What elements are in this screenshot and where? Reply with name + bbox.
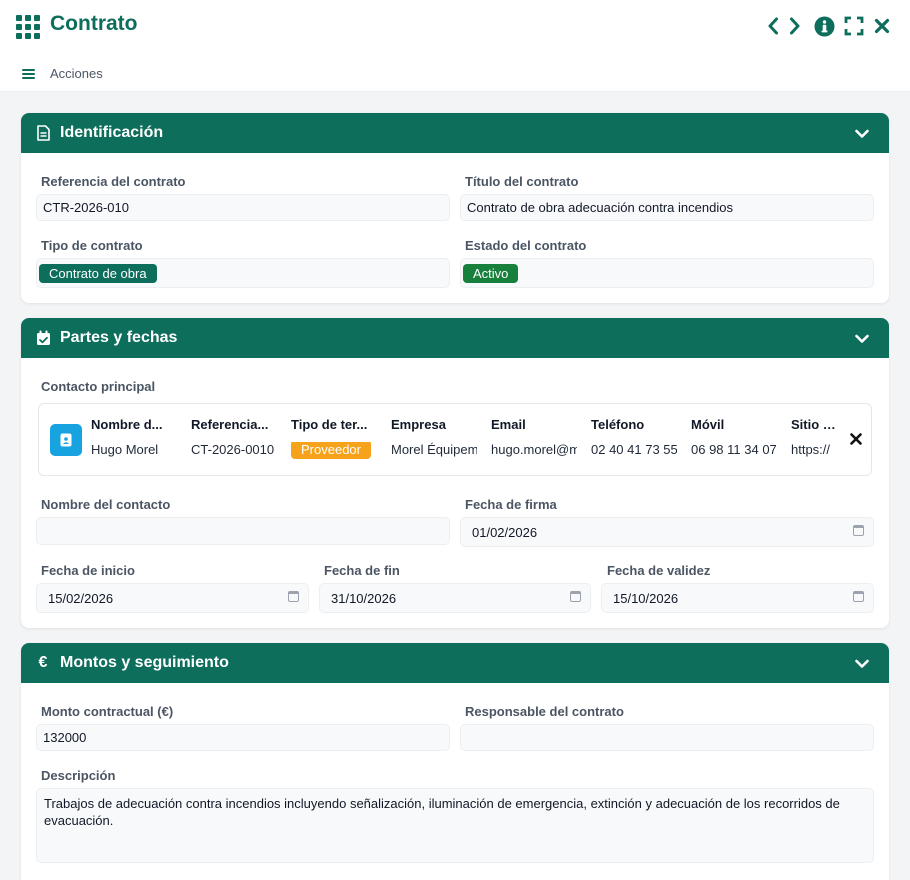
identificacion-section: Identificación Referencia del contrato C… bbox=[21, 113, 889, 303]
calendar-icon bbox=[853, 525, 864, 536]
calendar-check-icon bbox=[35, 330, 51, 346]
contact-card[interactable]: Nombre d... Hugo Morel Referencia... CT-… bbox=[38, 403, 872, 476]
fecha-firma-field[interactable]: 01/02/2026 bbox=[460, 517, 874, 547]
fecha-fin-label: Fecha de fin bbox=[324, 563, 400, 578]
descripcion-label: Descripción bbox=[41, 768, 116, 783]
fecha-inicio-value: 15/02/2026 bbox=[48, 590, 114, 606]
info-icon[interactable] bbox=[812, 13, 836, 39]
chevron-down-icon[interactable] bbox=[855, 656, 869, 674]
status-badge: Activo bbox=[463, 263, 519, 283]
tipo-label: Tipo de contrato bbox=[41, 238, 143, 253]
descripcion-field[interactable]: Trabajos de adecuación contra incendios … bbox=[36, 788, 874, 863]
titulo-field[interactable]: Contrato de obra adecuación contra incen… bbox=[460, 194, 874, 221]
montos-section: € Montos y seguimiento Monto contractual… bbox=[21, 643, 889, 880]
contact-avatar-icon bbox=[50, 424, 82, 456]
nombre-contacto-field[interactable] bbox=[36, 517, 450, 545]
supplier-badge: Proveedor bbox=[291, 442, 371, 459]
contacto-label: Contacto principal bbox=[41, 379, 156, 394]
contact-col-tipo: Tipo de ter... Proveedor bbox=[291, 417, 377, 459]
partes-section: Partes y fechas Contacto principal Nombr… bbox=[21, 318, 889, 628]
fecha-inicio-field[interactable]: 15/02/2026 bbox=[36, 583, 309, 613]
contact-col-value: Morel Équipements bbox=[391, 442, 477, 457]
fecha-fin-field[interactable]: 31/10/2026 bbox=[319, 583, 591, 613]
nombre-contacto-label: Nombre del contacto bbox=[41, 497, 171, 512]
fecha-fin-value: 31/10/2026 bbox=[331, 590, 397, 606]
tipo-field[interactable]: Contrato de obra bbox=[36, 258, 450, 288]
actions-menu[interactable]: Acciones bbox=[22, 66, 103, 81]
tipo-tag: Contrato de obra bbox=[39, 263, 157, 283]
document-icon bbox=[35, 125, 51, 141]
actions-menu-label: Acciones bbox=[50, 66, 103, 81]
contact-col-header: Teléfono bbox=[591, 417, 645, 432]
top-bar: Contrato Acciones bbox=[0, 0, 910, 92]
identificacion-header[interactable]: Identificación bbox=[21, 113, 889, 153]
contact-col-empresa: Empresa Morel Équipements bbox=[391, 417, 477, 457]
contact-col-value: 06 98 11 34 07 bbox=[691, 442, 777, 457]
euro-icon: € bbox=[38, 654, 48, 671]
page-title: Contrato bbox=[50, 12, 138, 35]
montos-header[interactable]: € Montos y seguimiento bbox=[21, 643, 889, 683]
partes-title: Partes y fechas bbox=[60, 329, 178, 346]
contact-col-email: Email hugo.morel@morel-equipements.fr bbox=[491, 417, 577, 457]
contact-col-sitio: Sitio we https:// bbox=[791, 417, 837, 457]
fecha-validez-value: 15/10/2026 bbox=[613, 590, 679, 606]
identificacion-title: Identificación bbox=[60, 124, 164, 141]
contact-col-value: CT-2026-0010 bbox=[191, 442, 275, 457]
fullscreen-icon[interactable] bbox=[843, 13, 865, 39]
hamburger-icon bbox=[22, 68, 35, 79]
contact-col-header: Referencia... bbox=[191, 417, 269, 432]
contact-col-telefono: Teléfono 02 40 41 73 55 bbox=[591, 417, 677, 457]
grid-icon[interactable] bbox=[16, 15, 40, 39]
responsable-label: Responsable del contrato bbox=[465, 704, 624, 719]
close-icon[interactable] bbox=[871, 13, 893, 39]
contact-col-value: 02 40 41 73 55 bbox=[591, 442, 677, 457]
chevron-down-icon[interactable] bbox=[855, 331, 869, 349]
monto-label: Monto contractual (€) bbox=[41, 704, 174, 719]
calendar-icon bbox=[288, 591, 299, 602]
titulo-label: Título del contrato bbox=[465, 174, 579, 189]
chevron-right-icon[interactable] bbox=[786, 13, 804, 39]
calendar-icon bbox=[570, 591, 581, 602]
remove-contact-icon[interactable] bbox=[850, 432, 862, 450]
fecha-validez-label: Fecha de validez bbox=[607, 563, 711, 578]
montos-title: Montos y seguimiento bbox=[60, 654, 229, 671]
chevron-down-icon[interactable] bbox=[855, 126, 869, 144]
chevron-left-icon[interactable] bbox=[764, 13, 782, 39]
contact-col-referencia: Referencia... CT-2026-0010 bbox=[191, 417, 277, 457]
contact-col-header: Nombre d... bbox=[91, 417, 163, 432]
estado-label: Estado del contrato bbox=[465, 238, 587, 253]
monto-field[interactable]: 132000 bbox=[36, 724, 450, 751]
contact-col-movil: Móvil 06 98 11 34 07 bbox=[691, 417, 777, 457]
fecha-firma-label: Fecha de firma bbox=[465, 497, 557, 512]
contact-col-header: Tipo de ter... bbox=[291, 417, 368, 432]
contact-col-header: Móvil bbox=[691, 417, 725, 432]
ref-label: Referencia del contrato bbox=[41, 174, 186, 189]
contact-col-value: https:// bbox=[791, 442, 831, 457]
fecha-firma-value: 01/02/2026 bbox=[472, 524, 538, 540]
contact-col-nombre: Nombre d... Hugo Morel bbox=[91, 417, 177, 457]
fecha-inicio-label: Fecha de inicio bbox=[41, 563, 135, 578]
calendar-icon bbox=[853, 591, 864, 602]
estado-field[interactable]: Activo bbox=[460, 258, 874, 288]
fecha-validez-field[interactable]: 15/10/2026 bbox=[601, 583, 874, 613]
partes-header[interactable]: Partes y fechas bbox=[21, 318, 889, 358]
ref-field[interactable]: CTR-2026-010 bbox=[36, 194, 450, 221]
responsable-field[interactable] bbox=[460, 724, 874, 751]
contact-col-header: Sitio we bbox=[791, 417, 837, 432]
contact-col-header: Email bbox=[491, 417, 526, 432]
contact-col-value: Hugo Morel bbox=[91, 442, 159, 457]
contact-col-header: Empresa bbox=[391, 417, 446, 432]
contact-col-value: hugo.morel@morel-equipements.fr bbox=[491, 442, 577, 457]
